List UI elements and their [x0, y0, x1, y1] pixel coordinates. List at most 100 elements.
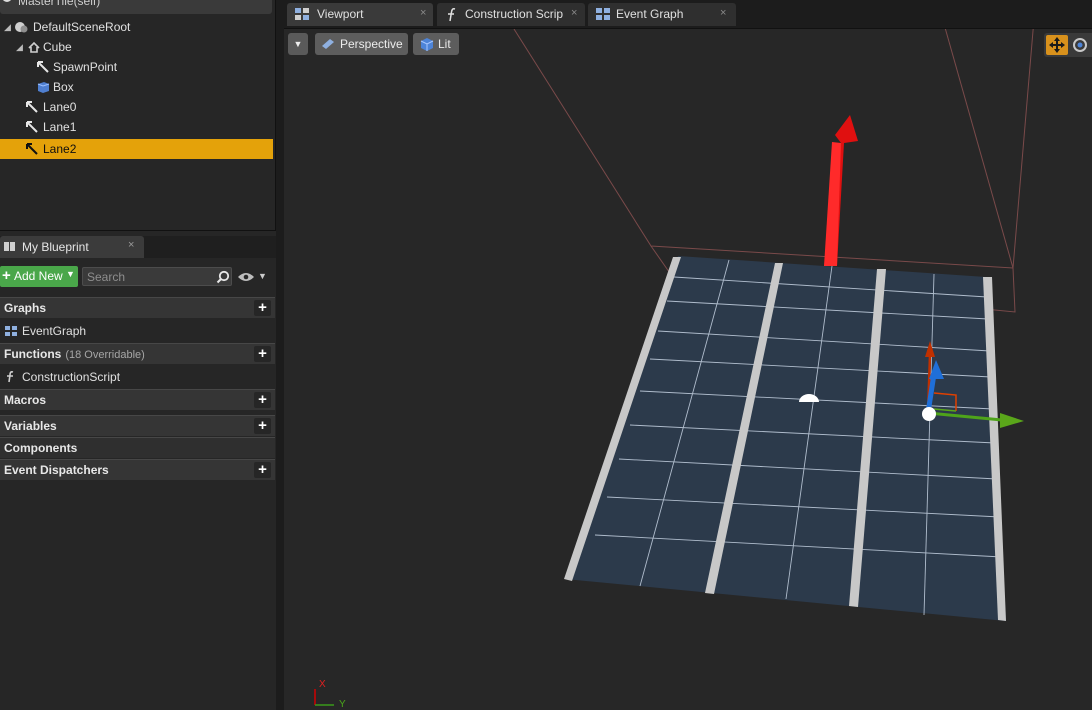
chevron-down-icon[interactable]: ▼ — [258, 271, 267, 281]
scene-root-icon — [15, 22, 28, 33]
chevron-down-icon: ▼ — [66, 269, 75, 279]
tab-label: Viewport — [317, 7, 364, 21]
my-blueprint-tabbar: My Blueprint × — [0, 236, 276, 258]
perspective-button[interactable]: Perspective — [315, 33, 408, 55]
expand-arrow-icon[interactable]: ◢ — [4, 17, 11, 37]
viewport-options-button[interactable]: ▼ — [288, 33, 308, 55]
section-macros[interactable]: Macros + — [0, 389, 275, 410]
close-icon[interactable]: × — [420, 7, 426, 19]
perspective-label: Perspective — [340, 37, 403, 51]
document-tabbar: Viewport × Construction Scrip × Event Gr… — [284, 0, 1092, 28]
transform-tools — [1044, 33, 1092, 57]
section-label: Macros — [4, 393, 47, 407]
lit-sphere-icon — [420, 38, 434, 51]
tab-construction-script[interactable]: Construction Scrip × — [437, 3, 585, 26]
add-new-button[interactable]: + Add New ▼ — [0, 266, 78, 287]
overridable-count: (18 Overridable) — [65, 349, 145, 361]
add-variable-button[interactable]: + — [254, 418, 271, 434]
move-tool-button[interactable] — [1046, 35, 1068, 55]
close-icon[interactable]: × — [720, 7, 726, 19]
chevron-down-icon: ▼ — [293, 39, 303, 49]
arrow-component-icon — [26, 143, 38, 155]
book-icon — [4, 242, 15, 251]
tree-item-defaultsceneroot[interactable]: ◢ DefaultSceneRoot — [0, 17, 273, 37]
arrow-component-icon — [26, 121, 38, 133]
expand-arrow-icon[interactable]: ◢ — [16, 37, 23, 57]
section-label: Event Dispatchers — [4, 463, 109, 477]
tab-label: Event Graph — [616, 7, 684, 21]
section-event-dispatchers[interactable]: Event Dispatchers + — [0, 459, 275, 480]
tree-item-cube[interactable]: ◢ Cube — [0, 37, 273, 57]
close-icon[interactable]: × — [128, 239, 134, 251]
add-function-button[interactable]: + — [254, 346, 271, 362]
actor-icon — [2, 0, 12, 2]
section-label: Components — [4, 441, 78, 455]
add-macro-button[interactable]: + — [254, 392, 271, 408]
viewport-icon — [295, 8, 309, 20]
components-header-title: MasterTile(self) — [18, 0, 101, 8]
tree-item-spawnpoint[interactable]: SpawnPoint — [0, 57, 273, 77]
axis-indicator — [314, 689, 334, 706]
add-event-dispatcher-button[interactable]: + — [254, 462, 271, 478]
section-title: Functions — [4, 347, 62, 361]
arrow-component-icon — [37, 61, 49, 73]
tree-item-label: DefaultSceneRoot — [33, 20, 131, 34]
tree-item-lane1[interactable]: Lane1 — [0, 117, 273, 137]
components-header[interactable]: MasterTile(self) — [0, 0, 272, 14]
lit-label: Lit — [438, 37, 451, 51]
tree-item-label: Cube — [43, 40, 72, 54]
tree-item-box[interactable]: Box — [0, 77, 273, 97]
tab-event-graph[interactable]: Event Graph × — [588, 3, 736, 26]
tree-item-label: Lane2 — [43, 142, 77, 156]
section-label: Functions (18 Overridable) — [4, 344, 145, 365]
rotate-icon[interactable] — [1072, 37, 1088, 53]
list-item-label: ConstructionScript — [22, 370, 121, 384]
plus-icon: + — [2, 267, 11, 284]
section-components[interactable]: Components — [0, 437, 275, 458]
lit-button[interactable]: Lit — [413, 33, 459, 55]
section-graphs[interactable]: Graphs + — [0, 297, 275, 318]
floor-tile — [564, 256, 1006, 621]
axis-y-label: Y — [339, 699, 346, 710]
graph-icon — [5, 326, 17, 336]
scene-component-icon — [28, 41, 40, 53]
arrow-component-icon — [26, 101, 38, 113]
section-functions[interactable]: Functions (18 Overridable) + — [0, 343, 275, 364]
list-item-eventgraph[interactable]: EventGraph — [0, 320, 275, 342]
add-new-label: Add New — [14, 269, 63, 283]
tree-item-label: SpawnPoint — [53, 60, 118, 74]
tab-label: My Blueprint — [22, 240, 89, 254]
section-label: Graphs — [4, 301, 47, 315]
function-icon — [448, 8, 456, 22]
tab-my-blueprint[interactable]: My Blueprint × — [0, 236, 144, 258]
tab-viewport[interactable]: Viewport × — [287, 3, 433, 26]
tree-item-label: Lane1 — [43, 120, 77, 134]
list-item-label: EventGraph — [22, 324, 87, 338]
section-variables[interactable]: Variables + — [0, 415, 275, 436]
tree-item-lane2[interactable]: Lane2 — [0, 139, 273, 159]
close-icon[interactable]: × — [571, 7, 577, 19]
search-icon[interactable] — [216, 270, 230, 284]
tree-item-lane0[interactable]: Lane0 — [0, 97, 273, 117]
eye-icon[interactable] — [237, 272, 255, 282]
add-graph-button[interactable]: + — [254, 300, 271, 316]
list-item-constructionscript[interactable]: ConstructionScript — [0, 366, 275, 388]
tree-item-label: Lane0 — [43, 100, 77, 114]
panel-splitter[interactable] — [276, 0, 284, 710]
graph-icon — [596, 8, 610, 20]
tab-label: Construction Scrip — [465, 7, 564, 21]
left-panel: MasterTile(self) ◢ DefaultSceneRoot ◢ Cu… — [0, 0, 278, 710]
section-label: Variables — [4, 419, 57, 433]
move-icon — [1049, 37, 1065, 53]
axis-x-label: X — [319, 679, 326, 690]
search-input[interactable] — [82, 267, 232, 286]
function-icon — [7, 371, 14, 383]
tree-item-label: Box — [53, 80, 74, 94]
components-panel: MasterTile(self) ◢ DefaultSceneRoot ◢ Cu… — [0, 0, 276, 231]
my-blueprint-toolbar: + Add New ▼ ▼ — [0, 262, 276, 292]
box-component-icon — [37, 82, 50, 93]
perspective-icon — [322, 39, 334, 49]
lane-arrow-red — [824, 115, 858, 266]
viewport-scene[interactable] — [284, 29, 1092, 710]
viewport[interactable]: X Y ▼ Perspective Lit — [284, 28, 1092, 710]
